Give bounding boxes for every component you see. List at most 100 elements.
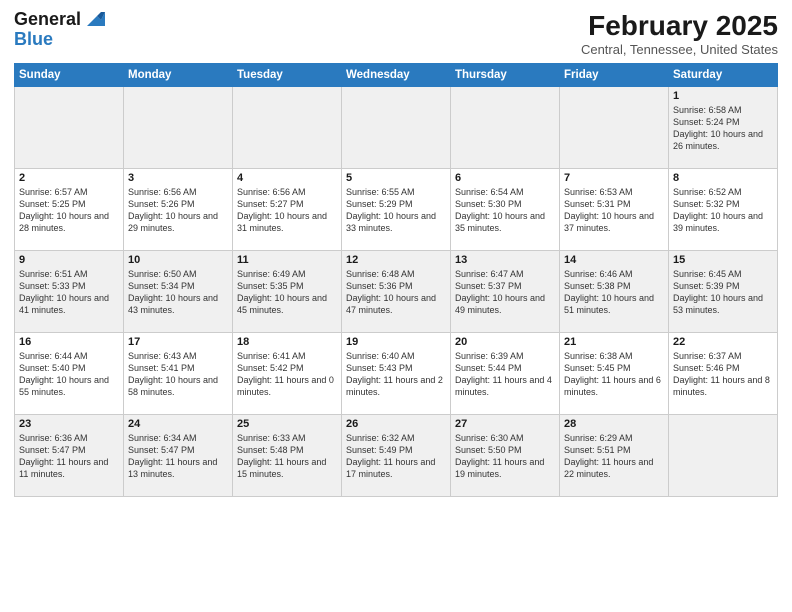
logo: General Blue	[14, 10, 105, 50]
day-number: 9	[19, 254, 119, 266]
day-number: 11	[237, 254, 337, 266]
day-number: 12	[346, 254, 446, 266]
day-number: 26	[346, 418, 446, 430]
day-number: 7	[564, 172, 664, 184]
header: General Blue February 2025 Central, Tenn…	[14, 10, 778, 57]
calendar-cell	[124, 87, 233, 169]
day-info: Sunrise: 6:32 AM Sunset: 5:49 PM Dayligh…	[346, 432, 446, 481]
day-info: Sunrise: 6:51 AM Sunset: 5:33 PM Dayligh…	[19, 268, 119, 317]
weekday-header-tuesday: Tuesday	[233, 64, 342, 87]
day-info: Sunrise: 6:45 AM Sunset: 5:39 PM Dayligh…	[673, 268, 773, 317]
day-info: Sunrise: 6:39 AM Sunset: 5:44 PM Dayligh…	[455, 350, 555, 399]
day-number: 17	[128, 336, 228, 348]
week-row-0: 1 Sunrise: 6:58 AM Sunset: 5:24 PM Daylig…	[15, 87, 778, 169]
logo-blue: Blue	[14, 30, 105, 50]
day-info: Sunrise: 6:56 AM Sunset: 5:26 PM Dayligh…	[128, 186, 228, 235]
week-row-3: 16Sunrise: 6:44 AM Sunset: 5:40 PM Dayli…	[15, 333, 778, 415]
location: Central, Tennessee, United States	[581, 42, 778, 57]
day-info: Sunrise: 6:48 AM Sunset: 5:36 PM Dayligh…	[346, 268, 446, 317]
day-info: Sunrise: 6:53 AM Sunset: 5:31 PM Dayligh…	[564, 186, 664, 235]
calendar-cell: 9 Sunrise: 6:51 AM Sunset: 5:33 PM Daylig…	[15, 251, 124, 333]
calendar-cell: 6Sunrise: 6:54 AM Sunset: 5:30 PM Daylig…	[451, 169, 560, 251]
day-number: 22	[673, 336, 773, 348]
calendar-cell: 22 Sunrise: 6:37 AM Sunset: 5:46 PM Dayli…	[669, 333, 778, 415]
day-info: Sunrise: 6:47 AM Sunset: 5:37 PM Dayligh…	[455, 268, 555, 317]
day-info: Sunrise: 6:33 AM Sunset: 5:48 PM Dayligh…	[237, 432, 337, 481]
day-number: 1	[673, 90, 773, 102]
page: General Blue February 2025 Central, Tenn…	[0, 0, 792, 612]
calendar-cell: 26 Sunrise: 6:32 AM Sunset: 5:49 PM Dayli…	[342, 415, 451, 497]
calendar-cell: 18 Sunrise: 6:41 AM Sunset: 5:42 PM Dayli…	[233, 333, 342, 415]
weekday-header-friday: Friday	[560, 64, 669, 87]
calendar: SundayMondayTuesdayWednesdayThursdayFrid…	[14, 63, 778, 497]
day-number: 18	[237, 336, 337, 348]
day-number: 20	[455, 336, 555, 348]
calendar-cell: 28 Sunrise: 6:29 AM Sunset: 5:51 PM Dayli…	[560, 415, 669, 497]
calendar-cell	[451, 87, 560, 169]
day-number: 14	[564, 254, 664, 266]
calendar-cell: 16Sunrise: 6:44 AM Sunset: 5:40 PM Dayli…	[15, 333, 124, 415]
weekday-header-row: SundayMondayTuesdayWednesdayThursdayFrid…	[15, 64, 778, 87]
calendar-cell: 3 Sunrise: 6:56 AM Sunset: 5:26 PM Daylig…	[124, 169, 233, 251]
calendar-cell: 1 Sunrise: 6:58 AM Sunset: 5:24 PM Daylig…	[669, 87, 778, 169]
day-number: 2	[19, 172, 119, 184]
weekday-header-thursday: Thursday	[451, 64, 560, 87]
day-info: Sunrise: 6:56 AM Sunset: 5:27 PM Dayligh…	[237, 186, 337, 235]
day-number: 16	[19, 336, 119, 348]
day-number: 15	[673, 254, 773, 266]
week-row-2: 9 Sunrise: 6:51 AM Sunset: 5:33 PM Daylig…	[15, 251, 778, 333]
weekday-header-sunday: Sunday	[15, 64, 124, 87]
weekday-header-saturday: Saturday	[669, 64, 778, 87]
calendar-cell: 19 Sunrise: 6:40 AM Sunset: 5:43 PM Dayli…	[342, 333, 451, 415]
day-number: 5	[346, 172, 446, 184]
title-block: February 2025 Central, Tennessee, United…	[581, 10, 778, 57]
day-info: Sunrise: 6:49 AM Sunset: 5:35 PM Dayligh…	[237, 268, 337, 317]
calendar-cell	[233, 87, 342, 169]
calendar-cell: 8Sunrise: 6:52 AM Sunset: 5:32 PM Daylig…	[669, 169, 778, 251]
calendar-cell: 15 Sunrise: 6:45 AM Sunset: 5:39 PM Dayli…	[669, 251, 778, 333]
day-info: Sunrise: 6:57 AM Sunset: 5:25 PM Dayligh…	[19, 186, 119, 235]
calendar-cell	[342, 87, 451, 169]
day-info: Sunrise: 6:58 AM Sunset: 5:24 PM Dayligh…	[673, 104, 773, 153]
month-title: February 2025	[581, 10, 778, 42]
calendar-cell: 20 Sunrise: 6:39 AM Sunset: 5:44 PM Dayli…	[451, 333, 560, 415]
day-number: 3	[128, 172, 228, 184]
calendar-cell: 24Sunrise: 6:34 AM Sunset: 5:47 PM Dayli…	[124, 415, 233, 497]
day-number: 21	[564, 336, 664, 348]
logo-text: General	[14, 10, 81, 30]
day-info: Sunrise: 6:41 AM Sunset: 5:42 PM Dayligh…	[237, 350, 337, 399]
day-number: 28	[564, 418, 664, 430]
day-number: 4	[237, 172, 337, 184]
day-info: Sunrise: 6:55 AM Sunset: 5:29 PM Dayligh…	[346, 186, 446, 235]
calendar-cell	[669, 415, 778, 497]
calendar-cell: 10 Sunrise: 6:50 AM Sunset: 5:34 PM Dayli…	[124, 251, 233, 333]
day-info: Sunrise: 6:50 AM Sunset: 5:34 PM Dayligh…	[128, 268, 228, 317]
calendar-cell: 23 Sunrise: 6:36 AM Sunset: 5:47 PM Dayli…	[15, 415, 124, 497]
day-info: Sunrise: 6:36 AM Sunset: 5:47 PM Dayligh…	[19, 432, 119, 481]
day-info: Sunrise: 6:46 AM Sunset: 5:38 PM Dayligh…	[564, 268, 664, 317]
day-info: Sunrise: 6:54 AM Sunset: 5:30 PM Dayligh…	[455, 186, 555, 235]
day-number: 27	[455, 418, 555, 430]
calendar-cell: 17 Sunrise: 6:43 AM Sunset: 5:41 PM Dayli…	[124, 333, 233, 415]
day-info: Sunrise: 6:43 AM Sunset: 5:41 PM Dayligh…	[128, 350, 228, 399]
calendar-cell: 11 Sunrise: 6:49 AM Sunset: 5:35 PM Dayli…	[233, 251, 342, 333]
day-number: 10	[128, 254, 228, 266]
calendar-cell: 27 Sunrise: 6:30 AM Sunset: 5:50 PM Dayli…	[451, 415, 560, 497]
week-row-1: 2 Sunrise: 6:57 AM Sunset: 5:25 PM Daylig…	[15, 169, 778, 251]
calendar-cell	[560, 87, 669, 169]
calendar-cell: 13 Sunrise: 6:47 AM Sunset: 5:37 PM Dayli…	[451, 251, 560, 333]
day-info: Sunrise: 6:29 AM Sunset: 5:51 PM Dayligh…	[564, 432, 664, 481]
day-info: Sunrise: 6:30 AM Sunset: 5:50 PM Dayligh…	[455, 432, 555, 481]
day-number: 19	[346, 336, 446, 348]
day-info: Sunrise: 6:37 AM Sunset: 5:46 PM Dayligh…	[673, 350, 773, 399]
week-row-4: 23 Sunrise: 6:36 AM Sunset: 5:47 PM Dayli…	[15, 415, 778, 497]
calendar-cell: 4 Sunrise: 6:56 AM Sunset: 5:27 PM Daylig…	[233, 169, 342, 251]
calendar-cell: 21 Sunrise: 6:38 AM Sunset: 5:45 PM Dayli…	[560, 333, 669, 415]
day-number: 13	[455, 254, 555, 266]
calendar-cell: 5 Sunrise: 6:55 AM Sunset: 5:29 PM Daylig…	[342, 169, 451, 251]
calendar-cell	[15, 87, 124, 169]
day-number: 23	[19, 418, 119, 430]
day-info: Sunrise: 6:40 AM Sunset: 5:43 PM Dayligh…	[346, 350, 446, 399]
day-info: Sunrise: 6:34 AM Sunset: 5:47 PM Dayligh…	[128, 432, 228, 481]
day-info: Sunrise: 6:38 AM Sunset: 5:45 PM Dayligh…	[564, 350, 664, 399]
